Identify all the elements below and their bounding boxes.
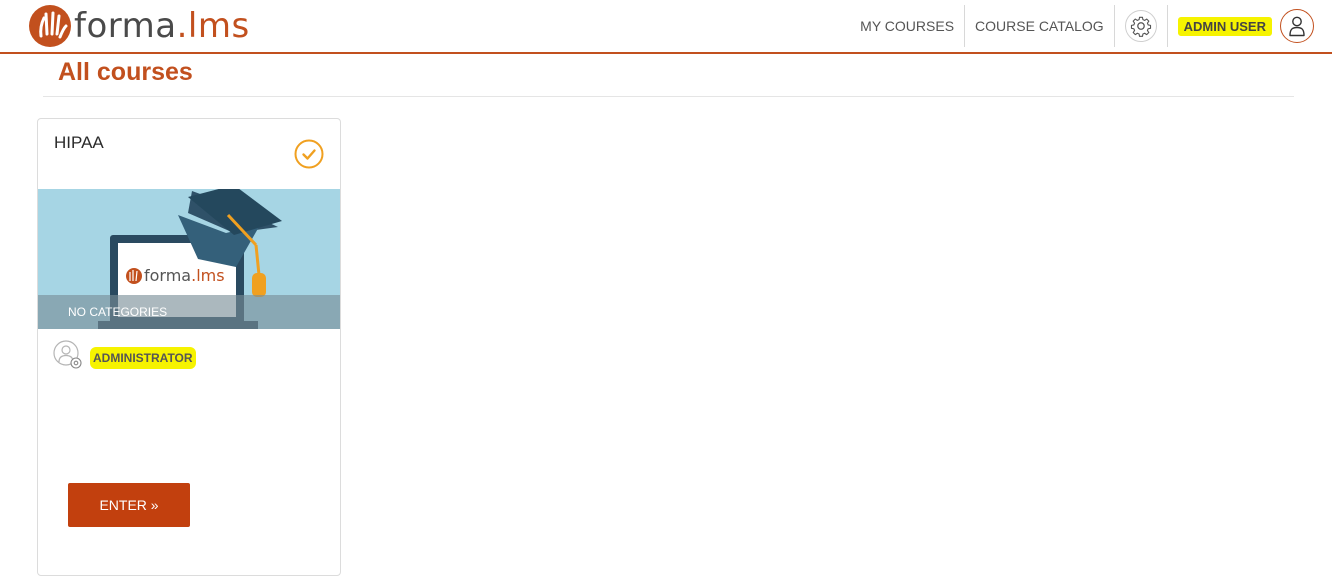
screen-logo-text: forma.lms <box>144 266 225 285</box>
user-gear-icon <box>53 340 82 369</box>
logo-hand-icon <box>29 5 71 47</box>
course-title[interactable]: HIPAA <box>54 133 104 153</box>
course-role: ADMINISTRATOR <box>90 347 196 369</box>
page-title: All courses <box>58 58 193 86</box>
title-divider <box>43 96 1294 97</box>
forma-lms-logo[interactable]: forma.lms <box>28 4 250 48</box>
course-thumbnail[interactable]: forma.lms NO CATEGORIES <box>38 189 340 329</box>
nav-my-courses[interactable]: MY COURSES <box>850 5 966 47</box>
main-nav: MY COURSES COURSE CATALOG ADMIN USER <box>850 0 1332 52</box>
settings-button[interactable] <box>1124 10 1157 42</box>
gear-icon <box>1130 16 1151 37</box>
nav-course-catalog[interactable]: COURSE CATALOG <box>965 5 1115 47</box>
top-bar: forma.lms MY COURSES COURSE CATALOG ADMI… <box>0 0 1332 54</box>
nav-user[interactable]: ADMIN USER <box>1168 5 1332 47</box>
user-icon <box>1289 16 1305 37</box>
check-circle-icon <box>294 139 324 169</box>
nav-settings[interactable] <box>1115 5 1168 47</box>
course-category: NO CATEGORIES <box>68 305 168 319</box>
user-name[interactable]: ADMIN USER <box>1177 16 1272 36</box>
logo-text: forma.lms <box>74 6 250 46</box>
enter-course-button[interactable]: ENTER » <box>68 483 190 527</box>
course-card: HIPAA forma.lms NO CATEGORIES ADMINISTRA… <box>37 118 341 576</box>
user-avatar[interactable] <box>1280 9 1314 43</box>
